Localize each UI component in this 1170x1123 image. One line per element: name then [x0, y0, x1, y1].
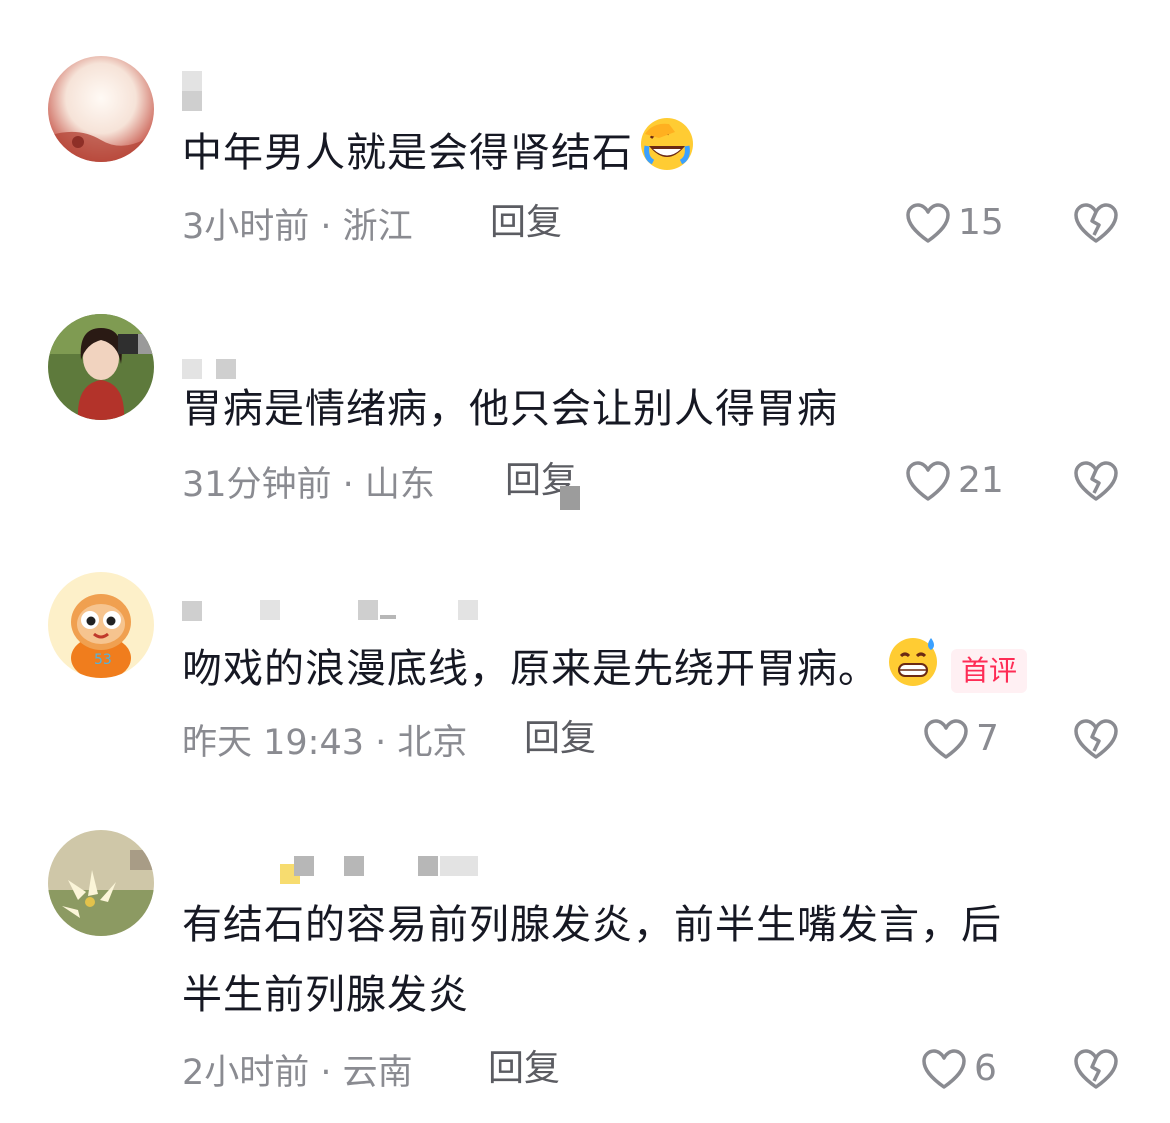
svg-text:53: 53	[94, 652, 112, 668]
comment-time-location: 2小时前 · 云南	[182, 1052, 413, 1093]
comment-text-line: 半生前列腺发炎	[182, 972, 469, 1018]
reply-button[interactable]: 回复	[490, 198, 562, 248]
like-button[interactable]: 21	[904, 456, 1004, 506]
grinning-sweat-emoji-icon	[885, 632, 941, 710]
dislike-button[interactable]	[1072, 198, 1120, 248]
username-redacted[interactable]	[182, 66, 202, 111]
like-button[interactable]: 15	[904, 198, 1004, 248]
comment-text: 胃病是情绪病，他只会让别人得胃病	[182, 374, 838, 444]
comment-time-location: 昨天 19:43 · 北京	[182, 722, 468, 763]
like-button[interactable]: 6	[920, 1044, 997, 1094]
like-count: 21	[958, 460, 1004, 501]
comment-time-location: 31分钟前 · 山东	[182, 464, 435, 505]
comment-text: 有结石的容易前列腺发炎，前半生嘴发言，后 半生前列腺发炎	[182, 890, 1002, 1030]
heart-outline-icon	[922, 717, 970, 761]
redaction-block	[560, 486, 580, 510]
comment-text-line: 有结石的容易前列腺发炎，前半生嘴发言，后	[182, 902, 1002, 948]
comment-meta: 3小时前 · 浙江	[182, 198, 413, 248]
heart-outline-icon	[904, 459, 952, 503]
user-avatar[interactable]	[48, 56, 154, 162]
broken-heart-icon	[1072, 717, 1120, 761]
facepalm-crying-emoji-icon	[639, 116, 695, 194]
like-count: 7	[976, 718, 999, 759]
broken-heart-icon	[1072, 201, 1120, 245]
dislike-button[interactable]	[1072, 456, 1120, 506]
username-redacted[interactable]	[182, 338, 236, 379]
user-avatar[interactable]	[48, 314, 154, 420]
reply-button[interactable]: 回复	[524, 714, 596, 764]
heart-outline-icon	[920, 1047, 968, 1091]
comment-text-content: 吻戏的浪漫底线，原来是先绕开胃病。	[182, 646, 879, 692]
comment-text: 吻戏的浪漫底线，原来是先绕开胃病。 首评	[182, 632, 1028, 710]
comment-text-content: 胃病是情绪病，他只会让别人得胃病	[182, 386, 838, 432]
user-avatar[interactable]	[48, 830, 154, 936]
comment-meta: 昨天 19:43 · 北京	[182, 714, 467, 764]
like-button[interactable]: 7	[922, 714, 999, 764]
comment-meta: 2小时前 · 云南	[182, 1044, 413, 1094]
broken-heart-icon	[1072, 1047, 1120, 1091]
reply-button[interactable]: 回复	[488, 1044, 560, 1094]
first-comment-badge: 首评	[951, 649, 1028, 693]
dislike-button[interactable]	[1072, 1044, 1120, 1094]
username-redacted[interactable]	[182, 590, 478, 630]
comment-text: 中年男人就是会得肾结石	[182, 116, 695, 194]
heart-outline-icon	[904, 201, 952, 245]
like-count: 15	[958, 202, 1004, 243]
comment-meta: 31分钟前 · 山东	[182, 456, 435, 506]
broken-heart-icon	[1072, 459, 1120, 503]
user-avatar[interactable]: 53	[48, 572, 154, 678]
comment-time-location: 3小时前 · 浙江	[182, 206, 413, 247]
dislike-button[interactable]	[1072, 714, 1120, 764]
username-redacted[interactable]	[182, 846, 478, 886]
like-count: 6	[974, 1048, 997, 1089]
comment-text-content: 中年男人就是会得肾结石	[182, 130, 633, 176]
